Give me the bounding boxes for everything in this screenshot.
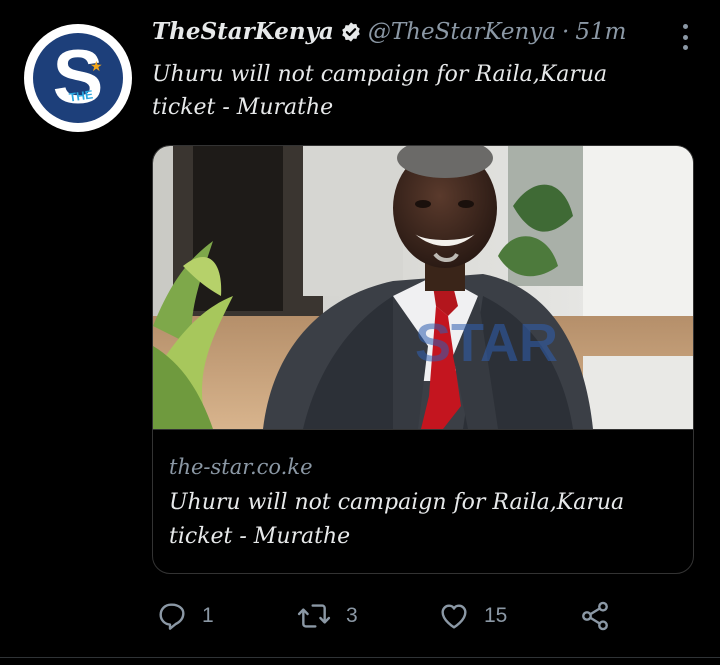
more-options-icon[interactable] — [680, 24, 690, 50]
card-domain: the-star.co.ke — [169, 455, 313, 479]
share-icon — [578, 600, 612, 632]
more-dot — [682, 45, 688, 50]
reply-count: 1 — [202, 604, 214, 627]
reply-button[interactable]: 1 — [156, 598, 214, 634]
reply-icon — [156, 600, 188, 632]
link-card[interactable]: STAR the-star.co.ke Uhuru will not campa… — [152, 145, 694, 574]
share-button[interactable] — [578, 598, 612, 634]
card-title: Uhuru will not campaign for Raila,Karua … — [169, 490, 625, 549]
card-image-watermark: STAR — [415, 313, 558, 373]
more-dot — [682, 34, 688, 40]
like-count: 15 — [484, 604, 508, 627]
avatar-letter: S — [52, 35, 104, 120]
avatar-logo: S THE ★ — [33, 33, 123, 123]
divider — [0, 657, 720, 658]
card-meta[interactable]: the-star.co.ke Uhuru will not campaign f… — [153, 429, 693, 573]
card-image[interactable]: STAR — [153, 146, 693, 429]
tweet-text: Uhuru will not campaign for Raila,Karua … — [152, 62, 608, 120]
tweet-timestamp[interactable]: 51m — [575, 19, 626, 45]
star-icon: ★ — [90, 59, 103, 75]
heart-icon — [438, 600, 470, 632]
verified-badge-icon — [340, 21, 362, 43]
profile-avatar[interactable]: S THE ★ — [24, 24, 132, 132]
retweet-button[interactable]: 3 — [296, 598, 358, 634]
retweet-count: 3 — [346, 604, 358, 627]
header-separator: · — [562, 18, 570, 45]
display-name[interactable]: TheStarKenya — [152, 18, 334, 45]
user-handle[interactable]: @TheStarKenya — [368, 19, 556, 45]
more-dot — [682, 24, 688, 29]
like-button[interactable]: 15 — [438, 598, 507, 634]
tweet-actions: 1 3 15 — [156, 598, 626, 634]
retweet-icon — [296, 600, 332, 632]
tweet-header: TheStarKenya @TheStarKenya · 51m — [152, 18, 660, 45]
